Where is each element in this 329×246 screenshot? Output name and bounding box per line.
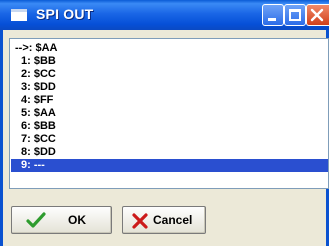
minimize-icon bbox=[268, 18, 276, 21]
list-item[interactable]: 8: $DD bbox=[11, 146, 328, 159]
list-item[interactable]: 7: $CC bbox=[11, 133, 328, 146]
title-bar[interactable]: SPI OUT bbox=[0, 0, 329, 30]
list-item[interactable]: -->: $AA bbox=[11, 42, 328, 55]
ok-button[interactable]: OK bbox=[11, 206, 112, 234]
maximize-button[interactable] bbox=[284, 4, 306, 26]
list-item[interactable]: 5: $AA bbox=[11, 107, 328, 120]
list-item[interactable]: 4: $FF bbox=[11, 94, 328, 107]
window-icon bbox=[11, 9, 27, 21]
spi-output-list[interactable]: -->: $AA 1: $BB 2: $CC 3: $DD 4: $FF 5: … bbox=[9, 38, 329, 189]
red-x-icon bbox=[132, 213, 148, 229]
checkmark-icon bbox=[26, 212, 46, 228]
list-item[interactable]: 6: $BB bbox=[11, 120, 328, 133]
close-icon bbox=[310, 8, 324, 22]
list-item[interactable]: 3: $DD bbox=[11, 81, 328, 94]
maximize-icon bbox=[289, 9, 301, 21]
close-button[interactable] bbox=[306, 4, 329, 26]
window-title: SPI OUT bbox=[36, 6, 94, 22]
window-frame-left bbox=[0, 30, 3, 246]
list-item[interactable]: 1: $BB bbox=[11, 55, 328, 68]
minimize-button[interactable] bbox=[262, 4, 284, 26]
cancel-button[interactable]: Cancel bbox=[122, 206, 206, 234]
cancel-label: Cancel bbox=[153, 213, 193, 227]
list-item-selected[interactable]: 9: --- bbox=[11, 159, 328, 172]
spi-out-window: SPI OUT -->: $AA 1: $BB 2: $CC 3: $DD 4:… bbox=[0, 0, 329, 246]
list-item[interactable]: 2: $CC bbox=[11, 68, 328, 81]
ok-label: OK bbox=[68, 213, 86, 227]
